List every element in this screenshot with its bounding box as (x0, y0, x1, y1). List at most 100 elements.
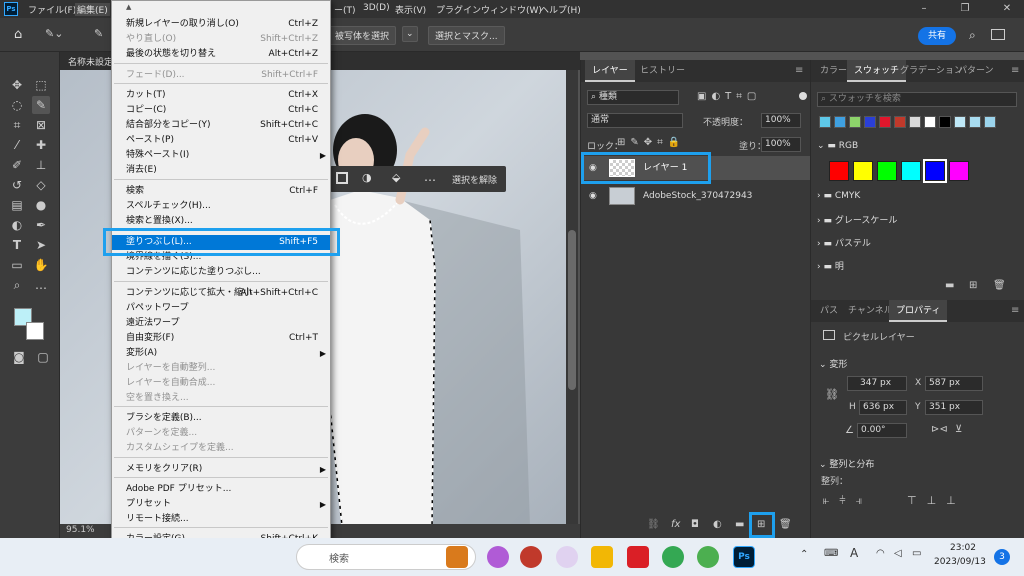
invert-icon[interactable]: ◑ (362, 171, 372, 184)
opacity-input[interactable]: 100% (761, 113, 801, 128)
rgb-swatch[interactable] (877, 161, 897, 181)
align-left-center-right-icons[interactable]: ⫦⫩⫣ (823, 494, 872, 508)
recent-swatch[interactable] (819, 116, 831, 128)
transform-section-title[interactable]: ⌄ 変形 (819, 357, 847, 370)
taskbar-app-icon[interactable] (487, 546, 509, 568)
brush-tool-icon[interactable]: ✐ (8, 156, 26, 174)
lasso-tool-icon[interactable]: ◌ (8, 96, 26, 114)
clock-time[interactable]: 23:02 (950, 543, 976, 553)
close-icon[interactable]: ✕ (1000, 2, 1014, 16)
edit-menu-item[interactable]: 消去(E) (112, 163, 330, 178)
history-brush-tool-icon[interactable]: ↺ (8, 176, 26, 194)
align-top-middle-bottom-icons[interactable]: ⊤⊥⊥ (907, 494, 966, 507)
restore-icon[interactable]: ❐ (958, 2, 972, 16)
swatch-group-cmyk[interactable]: › ▬ CMYK (817, 191, 860, 201)
workspace-icon[interactable] (991, 29, 1005, 40)
recent-swatch[interactable] (939, 116, 951, 128)
layer-filter-icons[interactable]: ▣◐T⌗▢ (697, 91, 761, 102)
rgb-swatch[interactable] (901, 161, 921, 181)
battery-icon[interactable]: ▭ (912, 548, 921, 559)
dodge-tool-icon[interactable]: ◐ (8, 216, 26, 234)
flip-horizontal-icon[interactable]: ⊳⊲ (931, 424, 948, 435)
minimize-icon[interactable]: – (917, 2, 931, 16)
select-mask-button[interactable]: 選択とマスク... (428, 26, 505, 45)
x-input[interactable]: 587 px (925, 376, 983, 391)
edit-menu-item[interactable]: コンテンツに応じた塗りつぶし... (112, 265, 330, 280)
taskbar-app-icon[interactable] (446, 546, 468, 568)
layer-row-stock[interactable]: ◉ AdobeStock_370472943 (581, 184, 811, 208)
taskbar-app-icon[interactable] (520, 546, 542, 568)
search-icon[interactable]: ⌕ (969, 28, 976, 43)
zoom-level[interactable]: 95.1% (66, 525, 95, 535)
lock-icons[interactable]: ⊞✎✥⌗🔒 (617, 137, 685, 148)
hand-tool-icon[interactable]: ✋ (32, 256, 50, 274)
volume-icon[interactable]: ◁ (894, 548, 902, 559)
canvas-scrollbar[interactable] (566, 70, 578, 524)
deselect-button[interactable]: 選択を解除 (452, 173, 497, 186)
notification-badge[interactable]: 3 (994, 549, 1010, 565)
swatch-group-pastel[interactable]: › ▬ パステル (817, 236, 871, 249)
frame-tool-icon[interactable]: ⊠ (32, 116, 50, 134)
align-section-title[interactable]: ⌄ 整列と分布 (819, 457, 874, 470)
edit-menu-item[interactable]: 検索と置換(X)... (112, 214, 330, 229)
taskbar-app-icon[interactable] (697, 546, 719, 568)
fill-input[interactable]: 100% (761, 137, 801, 152)
taskbar-app-icon[interactable] (556, 546, 578, 568)
menu-plugins[interactable]: プラグイン (436, 3, 481, 16)
chrome-icon[interactable] (662, 546, 684, 568)
recent-swatch[interactable] (924, 116, 936, 128)
swatch-group-rgb[interactable]: ⌄ ▬ RGB (817, 141, 858, 151)
edit-menu-item[interactable]: 遠近法ワープ (112, 316, 330, 331)
mask-icon[interactable] (336, 172, 348, 184)
menu-window[interactable]: ウィンドウ(W) (481, 3, 542, 16)
fill-bucket-icon[interactable]: ⬙ (392, 171, 400, 184)
creative-cloud-icon[interactable] (627, 546, 649, 568)
recent-swatch[interactable] (879, 116, 891, 128)
recent-swatch[interactable] (849, 116, 861, 128)
adjustment-layer-icon[interactable]: ◐ (713, 519, 722, 530)
move-tool-icon[interactable]: ✥ (8, 76, 26, 94)
menu-help[interactable]: ヘルプ(H) (540, 3, 581, 16)
background-color-swatch[interactable] (26, 322, 44, 340)
new-swatch-icon[interactable]: ⊞ (969, 280, 977, 291)
flip-vertical-icon[interactable]: ⊻ (955, 424, 962, 435)
layer-filter-select[interactable]: ⌕ 種類 (587, 90, 679, 105)
pen-tool-icon[interactable]: ✒ (32, 216, 50, 234)
path-select-tool-icon[interactable]: ➤ (32, 236, 50, 254)
tab-history[interactable]: ヒストリー (633, 60, 692, 82)
panel-menu-icon[interactable]: ≡ (795, 65, 803, 76)
menu-view[interactable]: 表示(V) (395, 3, 426, 16)
quick-mask-icon[interactable]: ◙ (10, 348, 28, 366)
rectangle-tool-icon[interactable]: ▭ (8, 256, 26, 274)
zoom-tool-icon[interactable]: ⌕ (8, 276, 26, 294)
blend-mode-select[interactable]: 通常 (587, 113, 683, 128)
edit-menu-item[interactable]: 新規レイヤーの取り消し(O) Ctrl+Z (112, 17, 330, 32)
delete-swatch-icon[interactable]: 🗑 (993, 280, 1006, 291)
more-tools-icon[interactable]: … (32, 276, 50, 294)
quick-select-preset-icon[interactable]: ✎⌄ (45, 27, 75, 43)
recent-swatch[interactable] (954, 116, 966, 128)
height-input[interactable]: 636 px (859, 400, 907, 415)
width-input[interactable]: 347 px (847, 376, 907, 391)
scroll-thumb[interactable] (568, 230, 576, 390)
edit-menu-item[interactable]: コンテンツに応じて拡大・縮小 Alt+Shift+Ctrl+C (112, 286, 330, 301)
clock-date[interactable]: 2023/09/13 (934, 557, 986, 567)
menu-type[interactable]: ー(T) (334, 3, 356, 16)
eyedropper-tool-icon[interactable]: ⁄ (8, 136, 26, 154)
home-icon[interactable]: ⌂ (14, 27, 30, 43)
edit-menu-item[interactable]: カット(T) Ctrl+X (112, 88, 330, 103)
scroll-up-icon[interactable]: ▲ (126, 3, 131, 11)
recent-swatch[interactable] (864, 116, 876, 128)
edit-menu-item[interactable]: ペースト(P) Ctrl+V (112, 133, 330, 148)
menu-3d[interactable]: 3D(D) (363, 3, 390, 13)
edit-menu-item[interactable]: リモート接続... (112, 512, 330, 527)
recent-swatch[interactable] (834, 116, 846, 128)
marquee-tool-icon[interactable]: ⬚ (32, 76, 50, 94)
rgb-swatch[interactable] (923, 159, 947, 183)
swatch-search-input[interactable]: ⌕ スウォッチを検索 (817, 92, 1017, 107)
photoshop-taskbar-icon[interactable]: Ps (733, 546, 755, 568)
quick-select-tool-icon[interactable]: ✎ (32, 96, 50, 114)
edit-menu-item[interactable]: スペルチェック(H)... (112, 199, 330, 214)
menu-edit[interactable]: 編集(E) (75, 3, 110, 16)
layer-name[interactable]: AdobeStock_370472943 (643, 184, 752, 208)
